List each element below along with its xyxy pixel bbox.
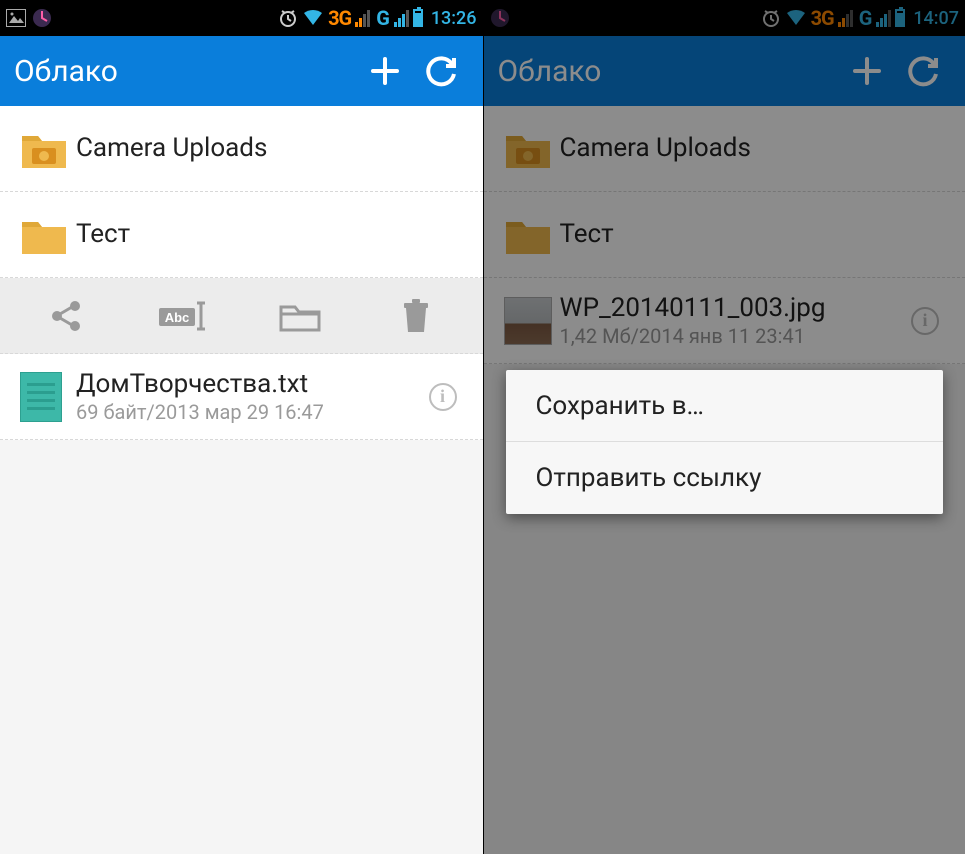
rename-button[interactable]: Abc [125, 278, 242, 353]
alarm-icon [278, 8, 298, 28]
delete-button[interactable] [358, 278, 475, 353]
picture-icon [6, 9, 26, 27]
file-meta: 69 байт/2013 мар 29 16:47 [76, 400, 423, 425]
network-g-label: G [376, 6, 390, 30]
folder-name: Тест [76, 218, 463, 251]
popup-save-to[interactable]: Сохранить в… [506, 370, 944, 442]
file-row-txt[interactable]: ДомТворчества.txt 69 байт/2013 мар 29 16… [0, 354, 483, 440]
item-action-strip: Abc [0, 278, 483, 354]
add-button[interactable] [357, 43, 413, 99]
text-file-icon [20, 372, 76, 422]
share-popup: Сохранить в… Отправить ссылку [506, 370, 944, 514]
svg-text:Abc: Abc [165, 310, 190, 325]
action-bar: Облако [0, 36, 483, 106]
status-bar: 3G G 13:26 [0, 0, 483, 36]
popup-item-label: Отправить ссылку [536, 463, 762, 493]
share-button[interactable] [8, 278, 125, 353]
move-button[interactable] [241, 278, 358, 353]
folder-row-camera[interactable]: Camera Uploads [0, 106, 483, 192]
popup-send-link[interactable]: Отправить ссылку [506, 442, 944, 514]
info-button[interactable]: i [423, 383, 463, 411]
signal-bars-2-icon [394, 9, 409, 27]
signal-bars-1-icon [355, 9, 370, 27]
app-status-icon [32, 8, 52, 28]
info-icon: i [429, 383, 457, 411]
refresh-button[interactable] [413, 43, 469, 99]
app-title: Облако [14, 54, 357, 89]
screenshot-left: 3G G 13:26 Облако Camera Uploads [0, 0, 483, 854]
battery-icon [413, 9, 423, 27]
folder-icon [20, 214, 76, 256]
popup-item-label: Сохранить в… [536, 391, 704, 421]
wifi-icon [302, 9, 324, 27]
folder-row-test[interactable]: Тест [0, 192, 483, 278]
clock-time: 13:26 [431, 8, 477, 29]
screenshot-right: 3G G 14:07 Облако Camera Uploads [483, 0, 965, 854]
network-3g-label: 3G [328, 6, 351, 30]
file-name: ДомТворчества.txt [76, 368, 423, 401]
folder-name: Camera Uploads [76, 132, 463, 165]
file-list: Camera Uploads Тест Abc [0, 106, 483, 440]
folder-camera-icon [20, 128, 76, 170]
